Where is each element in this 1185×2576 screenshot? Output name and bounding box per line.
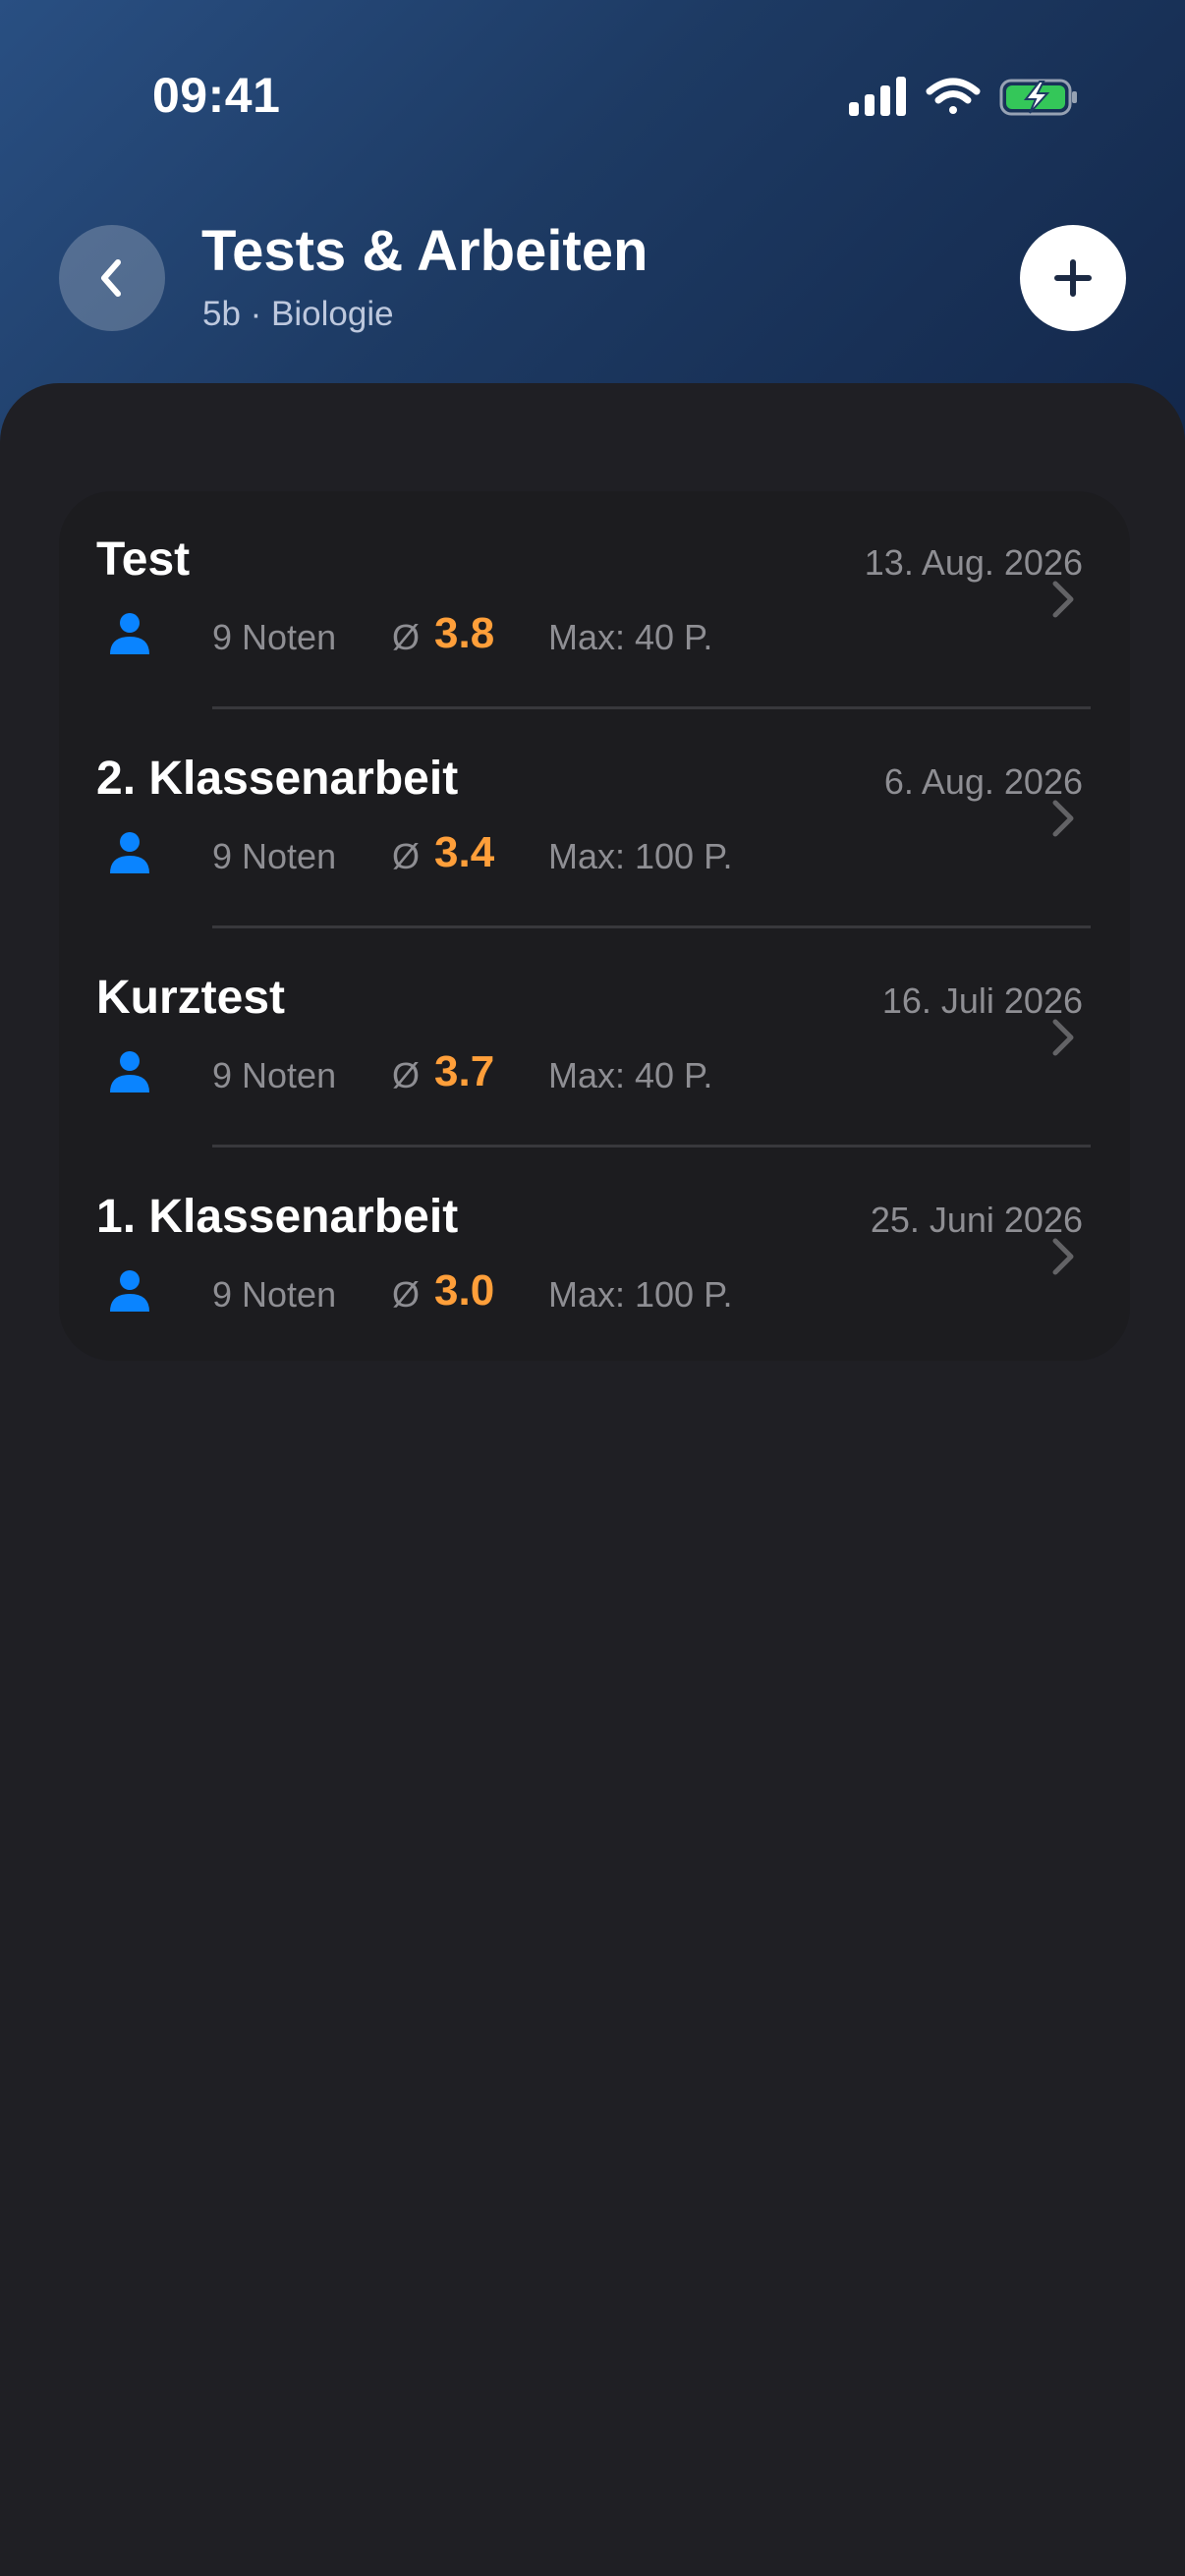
average-symbol: Ø <box>392 1274 421 1315</box>
grade-count: 9 Noten <box>212 1274 337 1315</box>
average-symbol: Ø <box>392 836 421 876</box>
back-button[interactable] <box>59 225 165 331</box>
row-divider <box>212 925 1091 928</box>
max-points: Max: 40 P. <box>548 617 713 657</box>
average-grade: 3.0 <box>434 1266 495 1315</box>
chevron-right-icon <box>1052 581 1074 618</box>
row-divider <box>212 1145 1091 1148</box>
test-row[interactable]: 1. Klassenarbeit 25. Juni 2026 9 Noten Ø… <box>59 1148 1130 1361</box>
page-subtitle: 5b · Biologie <box>202 295 394 333</box>
status-time: 09:41 <box>152 68 281 123</box>
test-row[interactable]: 2. Klassenarbeit 6. Aug. 2026 9 Noten Ø … <box>59 710 1130 928</box>
row-divider <box>212 706 1091 709</box>
average-grade: 3.4 <box>434 828 495 876</box>
add-test-button[interactable] <box>1020 225 1126 331</box>
status-bar: 09:41 <box>0 0 1185 196</box>
page-title: Tests & Arbeiten <box>201 219 649 283</box>
max-points: Max: 100 P. <box>548 836 733 876</box>
person-icon <box>110 832 149 873</box>
test-date: 13. Aug. 2026 <box>864 542 1083 583</box>
test-row[interactable]: Test 13. Aug. 2026 9 Noten Ø 3.8 Max: 40… <box>59 491 1130 709</box>
cellular-signal-icon <box>849 77 906 116</box>
wifi-icon <box>926 78 981 114</box>
average-grade: 3.8 <box>434 609 495 657</box>
status-icons <box>849 77 1077 116</box>
max-points: Max: 100 P. <box>548 1274 733 1315</box>
screen: 09:41 Tests & Arbeiten 5b · Biologie Tes… <box>0 0 1185 2576</box>
grade-count: 9 Noten <box>212 1055 337 1095</box>
test-date: 6. Aug. 2026 <box>883 761 1083 802</box>
chevron-right-icon <box>1052 1238 1074 1275</box>
average-symbol: Ø <box>392 617 421 657</box>
battery-charging-icon <box>999 79 1077 116</box>
plus-icon <box>1054 259 1092 297</box>
average-grade: 3.7 <box>434 1047 495 1095</box>
grade-count: 9 Noten <box>212 617 337 657</box>
test-name: 2. Klassenarbeit <box>96 753 459 805</box>
test-name: Kurztest <box>96 972 286 1024</box>
test-row[interactable]: Kurztest 16. Juli 2026 9 Noten Ø 3.7 Max… <box>59 929 1130 1148</box>
person-icon <box>110 1270 149 1312</box>
chevron-right-icon <box>1052 1019 1074 1056</box>
chevron-right-icon <box>1052 800 1074 837</box>
grade-count: 9 Noten <box>212 836 337 876</box>
tests-list: Test 13. Aug. 2026 9 Noten Ø 3.8 Max: 40… <box>59 491 1130 1361</box>
test-name: Test <box>96 533 191 586</box>
chevron-left-icon <box>101 259 121 297</box>
test-date: 16. Juli 2026 <box>881 980 1083 1021</box>
test-name: 1. Klassenarbeit <box>96 1191 459 1243</box>
person-icon <box>110 613 149 654</box>
person-icon <box>110 1051 149 1092</box>
test-date: 25. Juni 2026 <box>870 1200 1083 1240</box>
max-points: Max: 40 P. <box>548 1055 713 1095</box>
average-symbol: Ø <box>392 1055 421 1095</box>
